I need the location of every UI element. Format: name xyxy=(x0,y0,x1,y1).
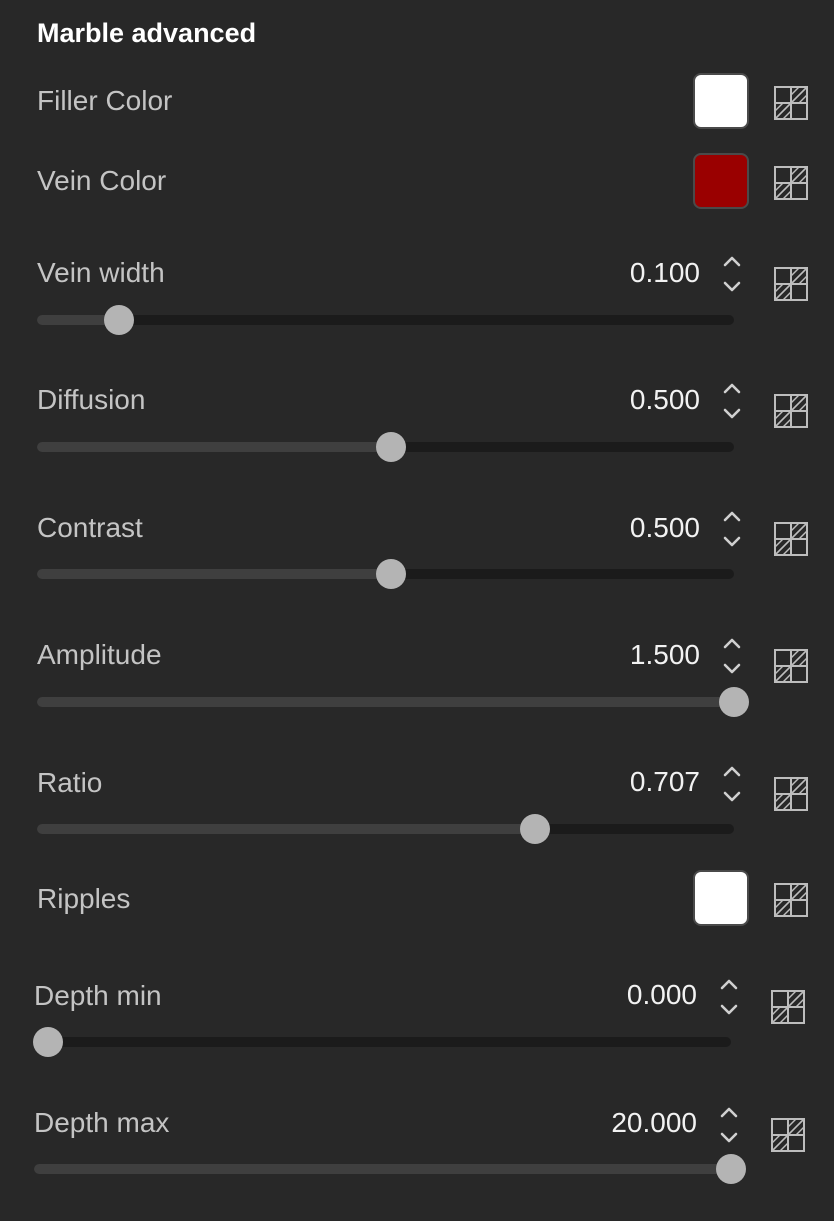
diffusion-slider[interactable] xyxy=(37,432,734,462)
value-stepper xyxy=(720,632,744,680)
value-stepper xyxy=(720,760,744,808)
slider-thumb[interactable] xyxy=(719,687,749,717)
slider-thumb[interactable] xyxy=(376,432,406,462)
chevron-up-icon[interactable] xyxy=(720,250,744,272)
depth-min-slider[interactable] xyxy=(33,1027,731,1057)
texture-link-icon[interactable] xyxy=(773,776,809,812)
contrast-slider[interactable] xyxy=(37,559,734,589)
vein-color-swatch[interactable] xyxy=(693,153,749,209)
param-label: Contrast xyxy=(37,512,143,543)
slider-thumb[interactable] xyxy=(376,559,406,589)
texture-link-icon[interactable] xyxy=(773,648,809,684)
chevron-down-icon[interactable] xyxy=(720,531,744,553)
amplitude-slider[interactable] xyxy=(37,687,749,717)
value-stepper xyxy=(720,377,744,425)
ripples-color-swatch[interactable] xyxy=(693,870,749,926)
param-label: Ratio xyxy=(37,767,103,798)
param-label: Filler Color xyxy=(37,85,173,116)
texture-link-icon[interactable] xyxy=(773,521,809,557)
chevron-down-icon[interactable] xyxy=(717,1127,741,1149)
value-stepper xyxy=(720,250,744,298)
slider-thumb[interactable] xyxy=(104,305,134,335)
param-contrast: Contrast 0.500 xyxy=(0,507,834,597)
value-stepper xyxy=(717,1101,741,1149)
texture-link-icon[interactable] xyxy=(773,882,809,918)
param-ripples: Ripples xyxy=(0,869,834,929)
slider-fill xyxy=(37,697,734,707)
chevron-down-icon[interactable] xyxy=(720,786,744,808)
slider-track xyxy=(34,1037,731,1047)
chevron-down-icon[interactable] xyxy=(720,403,744,425)
param-value[interactable]: 0.500 xyxy=(630,511,700,545)
marble-advanced-panel: Marble advanced Filler Color Vein Color … xyxy=(0,0,834,1221)
param-ratio: Ratio 0.707 xyxy=(0,762,834,852)
chevron-up-icon[interactable] xyxy=(717,973,741,995)
param-label: Depth min xyxy=(34,980,162,1011)
slider-fill xyxy=(34,1164,731,1174)
chevron-up-icon[interactable] xyxy=(717,1101,741,1123)
param-filler-color: Filler Color xyxy=(0,72,834,132)
param-depth-min: Depth min 0.000 xyxy=(0,975,834,1065)
chevron-up-icon[interactable] xyxy=(720,632,744,654)
chevron-down-icon[interactable] xyxy=(720,658,744,680)
param-amplitude: Amplitude 1.500 xyxy=(0,634,834,724)
slider-track xyxy=(37,315,734,325)
param-value[interactable]: 0.000 xyxy=(627,978,697,1012)
section-title: Marble advanced xyxy=(37,18,257,48)
param-value[interactable]: 0.100 xyxy=(630,256,700,290)
param-vein-color: Vein Color xyxy=(0,152,834,212)
chevron-down-icon[interactable] xyxy=(720,276,744,298)
param-label: Vein Color xyxy=(37,165,167,196)
chevron-up-icon[interactable] xyxy=(720,377,744,399)
param-diffusion: Diffusion 0.500 xyxy=(0,379,834,469)
param-value[interactable]: 20.000 xyxy=(611,1106,697,1140)
param-label: Ripples xyxy=(37,883,131,914)
slider-thumb[interactable] xyxy=(33,1027,63,1057)
texture-link-icon[interactable] xyxy=(773,266,809,302)
param-value[interactable]: 1.500 xyxy=(630,638,700,672)
texture-link-icon[interactable] xyxy=(770,1117,806,1153)
value-stepper xyxy=(720,505,744,553)
param-value[interactable]: 0.707 xyxy=(630,765,700,799)
chevron-down-icon[interactable] xyxy=(717,999,741,1021)
depth-max-slider[interactable] xyxy=(34,1154,746,1184)
slider-thumb[interactable] xyxy=(520,814,550,844)
param-label: Vein width xyxy=(37,257,165,288)
param-label: Depth max xyxy=(34,1107,170,1138)
slider-fill xyxy=(37,569,391,579)
filler-color-swatch[interactable] xyxy=(693,73,749,129)
param-depth-max: Depth max 20.000 xyxy=(0,1103,834,1193)
param-vein-width: Vein width 0.100 xyxy=(0,252,834,342)
value-stepper xyxy=(717,973,741,1021)
texture-link-icon[interactable] xyxy=(770,989,806,1025)
param-label: Amplitude xyxy=(37,639,162,670)
param-value[interactable]: 0.500 xyxy=(630,383,700,417)
ratio-slider[interactable] xyxy=(37,814,734,844)
texture-link-icon[interactable] xyxy=(773,85,809,121)
slider-fill xyxy=(37,824,535,834)
texture-link-icon[interactable] xyxy=(773,165,809,201)
chevron-up-icon[interactable] xyxy=(720,760,744,782)
vein-width-slider[interactable] xyxy=(37,305,734,335)
param-label: Diffusion xyxy=(37,384,146,415)
chevron-up-icon[interactable] xyxy=(720,505,744,527)
texture-link-icon[interactable] xyxy=(773,393,809,429)
slider-thumb[interactable] xyxy=(716,1154,746,1184)
slider-fill xyxy=(37,442,391,452)
